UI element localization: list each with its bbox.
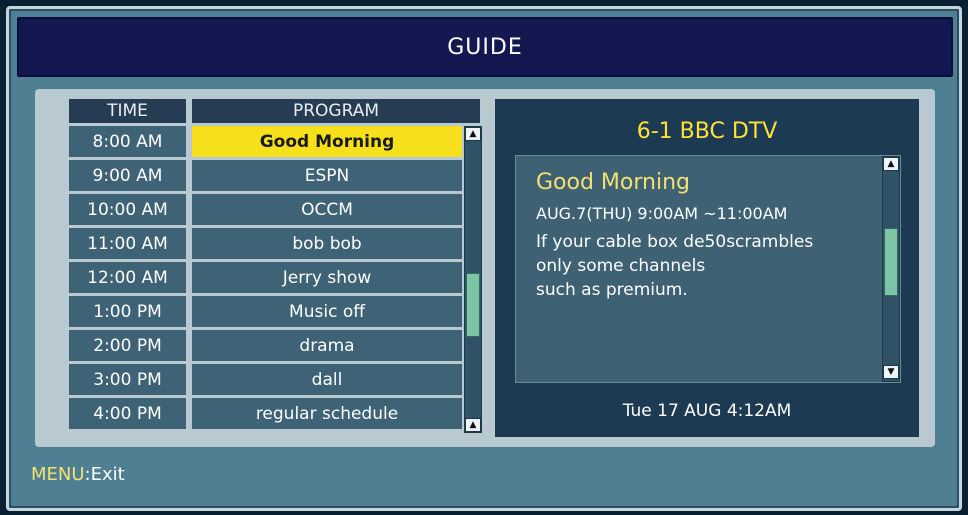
time-cell: 11:00 AM <box>69 228 186 259</box>
program-detail-box: Good Morning AUG.7(THU) 9:00AM ~11:00AM … <box>515 155 901 383</box>
program-item[interactable]: OCCM <box>192 194 462 225</box>
footer-hint: MENU:Exit <box>31 464 125 485</box>
program-item[interactable]: bob bob <box>192 228 462 259</box>
program-title: Good Morning <box>536 170 690 195</box>
time-cell: 12:00 AM <box>69 262 186 293</box>
time-cell: 4:00 PM <box>69 398 186 429</box>
program-item[interactable]: Jerry show <box>192 262 462 293</box>
time-cell: 9:00 AM <box>69 160 186 191</box>
detail-scroll-thumb[interactable] <box>884 228 898 296</box>
current-time: Tue 17 AUG 4:12AM <box>622 401 792 421</box>
time-cell: 8:00 AM <box>69 126 186 157</box>
arrow-up-icon[interactable]: ▲ <box>465 127 481 141</box>
time-cell: 2:00 PM <box>69 330 186 361</box>
time-column-header: TIME <box>69 99 186 123</box>
menu-exit-label: :Exit <box>84 464 125 485</box>
program-column-header: PROGRAM <box>192 99 480 123</box>
title-bar: GUIDE <box>17 17 953 77</box>
time-cell: 10:00 AM <box>69 194 186 225</box>
guide-window: GUIDE TIME PROGRAM 8:00 AM 9:00 AM 10:00… <box>6 6 962 511</box>
program-item[interactable]: drama <box>192 330 462 361</box>
program-item[interactable]: dall <box>192 364 462 395</box>
guide-panel: TIME PROGRAM 8:00 AM 9:00 AM 10:00 AM 11… <box>35 89 935 447</box>
program-item[interactable]: regular schedule <box>192 398 462 429</box>
program-description: If your cable box de50scrambles only som… <box>536 232 814 300</box>
menu-key-label: MENU <box>31 464 85 485</box>
time-cell: 3:00 PM <box>69 364 186 395</box>
arrow-up-icon[interactable]: ▲ <box>883 157 899 171</box>
program-info-panel: 6-1 BBC DTV Good Morning AUG.7(THU) 9:00… <box>495 99 919 437</box>
program-airing-time: AUG.7(THU) 9:00AM ~11:00AM <box>536 204 788 223</box>
program-item-selected[interactable]: Good Morning <box>192 126 462 157</box>
time-cell: 1:00 PM <box>69 296 186 327</box>
program-item[interactable]: Music off <box>192 296 462 327</box>
window-title: GUIDE <box>447 34 523 60</box>
arrow-down-icon[interactable]: ▲ <box>465 418 481 432</box>
channel-name: 6-1 BBC DTV <box>636 119 778 144</box>
program-scroll-thumb[interactable] <box>466 273 480 337</box>
program-item[interactable]: ESPN <box>192 160 462 191</box>
arrow-down-icon[interactable]: ▼ <box>883 365 899 379</box>
